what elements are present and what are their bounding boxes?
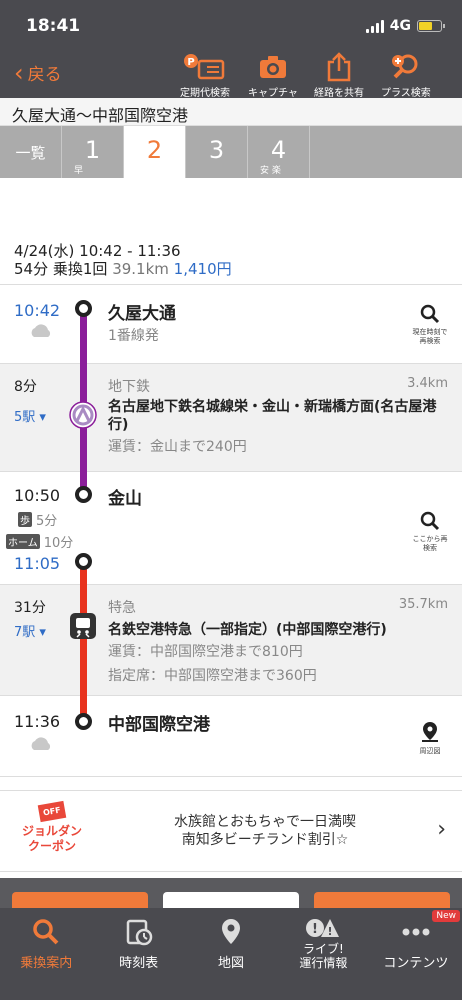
date-time-range: 4/24(水) 10:42 - 11:36 — [14, 242, 181, 260]
app-header: 18:41 4G ‹ 戻る P 定期代検索 キャプチャ 経路を共有 プラス検索 — [0, 0, 462, 99]
transfer-station[interactable]: 金山 — [108, 484, 142, 509]
tab-route-2[interactable]: 2 — [124, 126, 186, 178]
tab-route-1[interactable]: 1 早 — [62, 126, 124, 178]
chevron-left-icon: ‹ — [14, 58, 24, 87]
search-icon — [420, 304, 440, 324]
share-route-button[interactable]: 経路を共有 — [314, 52, 364, 99]
departure-node — [75, 300, 92, 317]
arrival-station[interactable]: 中部国際空港 — [108, 710, 210, 735]
share-icon — [314, 52, 364, 82]
segment1-type: 地下鉄 — [108, 379, 150, 395]
search-from-here-button[interactable]: ここから再検索 — [410, 510, 450, 553]
map-pin-icon — [422, 722, 438, 742]
action-button-right[interactable] — [314, 892, 450, 908]
segment1-line[interactable]: 名古屋地下鉄名城線栄・金山・新瑞橋方面(名古屋港行) — [108, 398, 448, 434]
arrival-card: 11:36 中部国際空港 周辺図 — [0, 695, 462, 777]
bottom-action-strip — [0, 878, 462, 908]
walk-time: 5分 — [36, 514, 58, 529]
segment1-stops-toggle[interactable]: 5駅 ▾ — [14, 406, 46, 425]
tab-route-search[interactable]: 乗換案内 — [0, 908, 92, 1000]
svg-text:P: P — [187, 57, 194, 68]
transfer-arrival-node — [75, 486, 92, 503]
segment2-type: 特急 — [108, 600, 136, 616]
svg-text:!: ! — [328, 925, 333, 938]
segment1-distance: 3.4km — [407, 376, 448, 391]
total-fare: 1,410円 — [173, 260, 232, 278]
segment2-distance: 35.7km — [398, 597, 448, 612]
commuter-pass-search-button[interactable]: P 定期代検索 — [180, 52, 230, 99]
departure-time: 10:42 — [14, 301, 61, 320]
total-distance: 39.1km — [112, 260, 169, 278]
off-tag: OFF — [37, 800, 67, 823]
arrival-node — [75, 713, 92, 730]
svg-text:!: ! — [312, 922, 318, 937]
cloudy-icon — [28, 736, 54, 756]
battery-icon — [417, 20, 445, 32]
departure-platform: 1番線発 — [108, 328, 159, 344]
transfer-card: 10:50 金山 歩 5分 ホーム 10分 11:05 ここから再検索 — [0, 471, 462, 585]
segment2-reserved-fare: 指定席：中部国際空港まで360円 — [108, 668, 317, 684]
tab-live-service-info[interactable]: !! ライブ! 運行情報 — [277, 908, 369, 1000]
area-map-button[interactable]: 周辺図 — [410, 720, 450, 756]
signal-icon — [365, 19, 384, 33]
departure-station[interactable]: 久屋大通 — [108, 299, 176, 324]
action-button-center[interactable] — [163, 892, 299, 908]
route-title: 久屋大通〜中部国際空港 — [0, 98, 462, 126]
alert-icon: !! — [277, 914, 369, 942]
back-button[interactable]: ‹ 戻る — [14, 58, 62, 87]
transfer-arrival-time: 10:50 — [14, 486, 61, 505]
tab-route-3[interactable]: 3 — [186, 126, 248, 178]
coupon-banner[interactable]: OFF ジョルダン クーポン 水族館とおもちゃで一日満喫 南知多ビーチランド割引… — [0, 790, 462, 872]
tab-contents[interactable]: New コンテンツ — [370, 908, 462, 1000]
search-now-button[interactable]: 現在時刻で再検索 — [410, 303, 450, 346]
status-time: 18:41 — [26, 16, 81, 36]
tab-timetable[interactable]: 時刻表 — [92, 908, 184, 1000]
segment2-line[interactable]: 名鉄空港特急（一部指定）(中部国際空港行) — [108, 619, 448, 639]
departure-card: 10:42 久屋大通 1番線発 現在時刻で再検索 — [0, 284, 462, 364]
segment2-fare: 運賃：中部国際空港まで810円 — [108, 644, 303, 660]
transfer-departure-node — [75, 553, 92, 570]
capture-button[interactable]: キャプチャ — [248, 52, 298, 99]
segment1-fare: 運賃：金山まで240円 — [108, 439, 247, 455]
train-icon — [69, 612, 97, 644]
walk-badge: 歩 — [18, 512, 32, 527]
chevron-right-icon: › — [437, 817, 446, 842]
banner-line1: 水族館とおもちゃで一日満喫 — [174, 814, 356, 830]
status-bar: 18:41 4G — [0, 0, 462, 52]
tab-list[interactable]: 一覧 — [0, 126, 62, 178]
action-button-left[interactable] — [12, 892, 148, 908]
timetable-icon — [92, 912, 184, 952]
plus-search-icon — [381, 52, 431, 82]
tab-map[interactable]: 地図 — [185, 908, 277, 1000]
jorudan-coupon-logo: OFF ジョルダン クーポン — [12, 800, 92, 854]
arrival-time: 11:36 — [14, 712, 61, 731]
platform-wait-badge: ホーム — [6, 534, 40, 549]
route-tabs: 一覧 1 早 2 3 4 安 楽 — [0, 126, 462, 178]
duration-transfer: 54分 乗換1回 — [14, 260, 108, 278]
segment2-stops-toggle[interactable]: 7駅 ▾ — [14, 621, 46, 640]
map-pin-icon — [185, 912, 277, 952]
commuter-pass-icon: P — [180, 52, 230, 82]
tab-route-4[interactable]: 4 安 楽 — [248, 126, 310, 178]
new-badge: New — [432, 910, 461, 922]
platform-wait-time: 10分 — [43, 536, 74, 551]
subway-line-icon — [69, 401, 97, 433]
cloudy-icon — [28, 323, 54, 343]
bottom-tab-bar: 乗換案内 時刻表 地図 !! ライブ! 運行情報 New コンテンツ — [0, 908, 462, 1000]
route-summary: 4/24(水) 10:42 - 11:36 54分 乗換1回 39.1km 1,… — [14, 242, 232, 278]
camera-icon — [248, 52, 298, 82]
banner-line2: 南知多ビーチランド割引☆ — [181, 832, 349, 848]
route-search-icon — [0, 912, 92, 952]
transfer-departure-time: 11:05 — [14, 554, 61, 573]
segment2-duration: 31分 — [14, 600, 46, 616]
plus-search-button[interactable]: プラス検索 — [381, 52, 431, 99]
network-type: 4G — [389, 18, 411, 34]
segment1-duration: 8分 — [14, 379, 37, 395]
search-icon — [420, 511, 440, 531]
